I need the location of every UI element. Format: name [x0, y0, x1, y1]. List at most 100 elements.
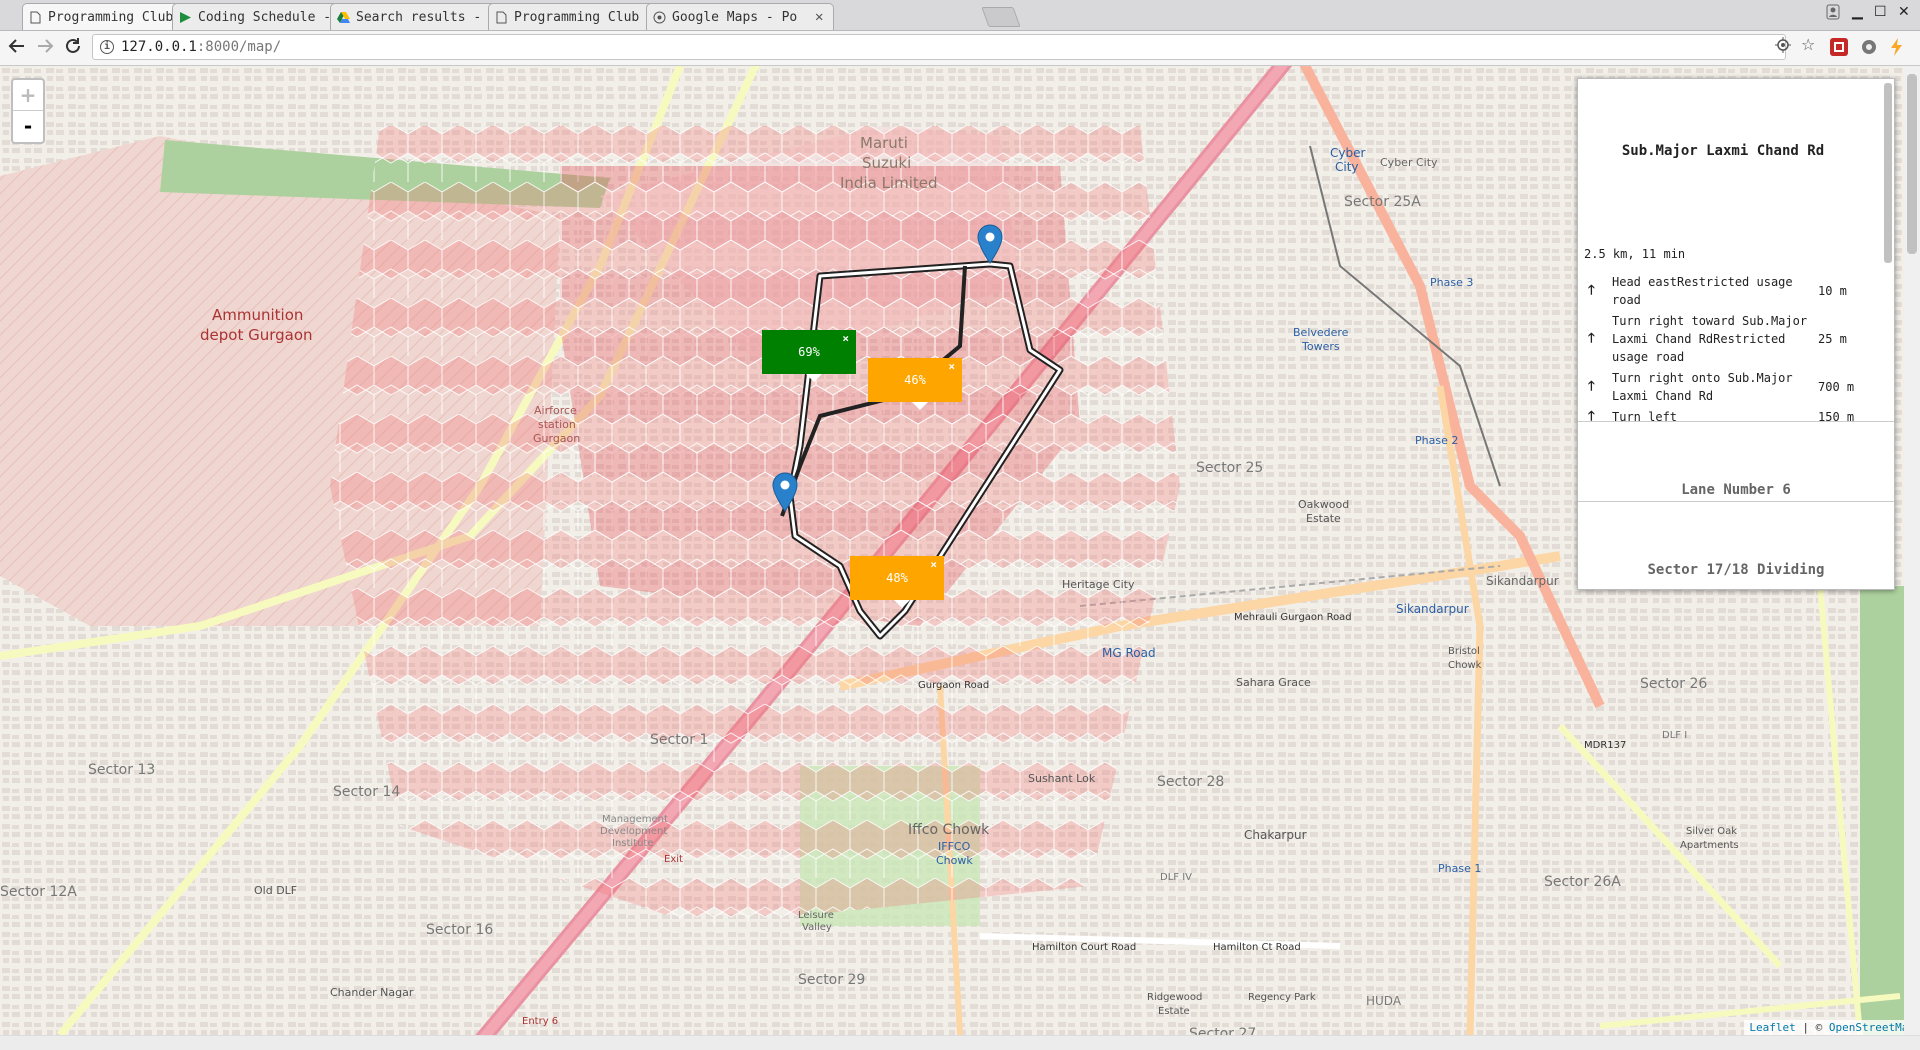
map-label: Heritage City [1062, 578, 1135, 591]
leaflet-link[interactable]: Leaflet [1749, 1021, 1795, 1034]
map-label: Regency Park [1248, 992, 1316, 1003]
url-path: :8000/map/ [196, 39, 282, 55]
directions-panel[interactable]: Sub.Major Laxmi Chand Rd 2.5 km, 11 min … [1577, 78, 1895, 590]
close-icon[interactable]: × [948, 360, 955, 373]
tab-title: Programming Club [48, 9, 174, 25]
map-label: Gurgaon Road [918, 680, 990, 691]
arrow-up-icon: 🡑 [1588, 409, 1595, 421]
reload-icon[interactable] [64, 36, 82, 60]
browser-toolbar: i 127.0.0.1:8000/map/ ☆ [0, 31, 1920, 66]
map-label: Institute [612, 838, 654, 849]
map-label: Sector 25A [1344, 194, 1421, 210]
map-label: Sector 26 [1640, 676, 1708, 692]
map-label: Phase 1 [1438, 862, 1482, 875]
bookmark-star-icon[interactable]: ☆ [1801, 35, 1815, 54]
close-icon[interactable]: ✕ [815, 9, 827, 25]
map-label: depot Gurgaon [200, 326, 313, 344]
new-tab-button[interactable] [981, 7, 1021, 27]
zoom-in-button[interactable]: + [13, 80, 43, 111]
map-label: Sector 28 [1157, 774, 1225, 790]
map-label: Sector 12A [0, 884, 77, 900]
scrollbar-thumb[interactable] [1907, 74, 1917, 254]
back-icon[interactable] [8, 36, 26, 60]
map-label: Sector 14 [333, 784, 401, 800]
popup-tip [894, 600, 910, 608]
address-bar[interactable]: i 127.0.0.1:8000/map/ [92, 34, 1786, 60]
step-text: Turn right onto Sub.Major Laxmi Chand Rd [1612, 371, 1793, 403]
step-text: Turn left [1612, 410, 1678, 421]
panel-scrollbar[interactable] [1884, 83, 1892, 263]
map-view[interactable]: Maruti Suzuki India Limited Ammunition depot… [0, 66, 1920, 1035]
map-label: Apartments [1680, 840, 1739, 851]
map-label: Sector 26A [1544, 874, 1621, 890]
percent-value: 46% [904, 373, 926, 387]
osm-link[interactable]: OpenStreetMap [1829, 1021, 1915, 1034]
map-label: Sushant Lok [1028, 772, 1096, 785]
page-horizontal-scrollbar[interactable] [0, 1035, 1920, 1050]
alternative-route-2[interactable]: Sector 17/18 Dividing [1578, 562, 1894, 578]
map-label: City [1335, 160, 1359, 174]
page-vertical-scrollbar[interactable] [1904, 66, 1920, 1035]
minimize-icon[interactable]: ▁ [1852, 4, 1863, 20]
drive-icon [337, 11, 350, 24]
instruction-step[interactable]: 🡑 Turn left 150 m [1588, 408, 1878, 421]
map-label: Estate [1306, 512, 1341, 525]
extension-bolt-icon[interactable] [1890, 38, 1904, 56]
step-distance: 25 m [1818, 332, 1847, 346]
instruction-step[interactable]: 🡑 Turn right onto Sub.Major Laxmi Chand R… [1588, 369, 1878, 405]
map-label: Chowk [936, 854, 973, 867]
popup-tip [912, 402, 928, 410]
close-icon[interactable]: × [842, 332, 849, 345]
map-label: Hamilton Ct Road [1213, 942, 1301, 953]
instruction-list: 🡑 Head eastRestricted usage road 10 m 🡑 Turn… [1588, 273, 1878, 421]
extension-icon[interactable] [1830, 38, 1848, 56]
map-label: Bristol [1448, 646, 1480, 657]
map-label: Phase 3 [1430, 276, 1474, 289]
percent-popup[interactable]: 48% × [850, 556, 944, 608]
document-icon [29, 11, 42, 24]
route-start-marker[interactable] [772, 472, 798, 512]
map-label: Cyber [1330, 146, 1366, 160]
instruction-step[interactable]: 🡑 Turn right toward Sub.Major Laxmi Chand… [1588, 312, 1878, 366]
zoom-out-button[interactable]: - [13, 111, 43, 141]
popup-tip [806, 374, 822, 382]
map-label: Chakarpur [1244, 828, 1307, 842]
map-label: MG Road [1102, 646, 1156, 660]
tab-google-maps[interactable]: Google Maps - Po ✕ [646, 3, 834, 30]
route-end-marker[interactable] [977, 224, 1003, 264]
location-icon[interactable] [1775, 37, 1791, 57]
document-icon [495, 11, 508, 24]
map-label: Sector 29 [798, 972, 866, 988]
percent-popup[interactable]: 46% × [868, 358, 962, 410]
step-distance: 700 m [1818, 380, 1855, 394]
divider [1578, 501, 1894, 502]
map-label: Silver Oak [1686, 826, 1738, 837]
forward-icon[interactable] [36, 36, 54, 60]
step-distance: 10 m [1818, 284, 1847, 298]
step-text: Head eastRestricted usage road [1612, 275, 1793, 307]
alternative-route-1[interactable]: Lane Number 6 [1578, 482, 1894, 498]
map-label: Entry 6 [522, 1016, 559, 1027]
profile-icon[interactable] [1826, 4, 1840, 24]
url-host: 127.0.0.1 [121, 39, 197, 55]
maximize-icon[interactable]: ☐ [1874, 4, 1887, 20]
info-icon[interactable]: i [100, 40, 114, 54]
instruction-step[interactable]: 🡑 Head eastRestricted usage road 10 m [1588, 273, 1878, 309]
map-label: Sahara Grace [1236, 676, 1311, 689]
tab-title: Search results - [356, 9, 482, 25]
map-label: India Limited [840, 174, 938, 192]
map-label: Sikandarpur [1486, 574, 1559, 588]
map-label: Gurgaon [533, 432, 581, 445]
divider [1578, 421, 1894, 422]
tab-title: Google Maps - Po [672, 9, 798, 25]
close-window-icon[interactable]: ✕ [1898, 4, 1910, 20]
map-label: Oakwood [1298, 498, 1350, 511]
map-label: Sector 13 [88, 762, 156, 778]
map-attribution: Leaflet | © OpenStreetMap [1744, 1020, 1920, 1035]
close-icon[interactable]: × [930, 558, 937, 571]
arrow-up-icon: 🡑 [1588, 283, 1595, 298]
map-label: Exit [664, 854, 683, 865]
percent-popup[interactable]: 69% × [762, 330, 856, 382]
map-label: MDR137 [1584, 740, 1627, 751]
settings-extension-icon[interactable] [1860, 38, 1878, 56]
